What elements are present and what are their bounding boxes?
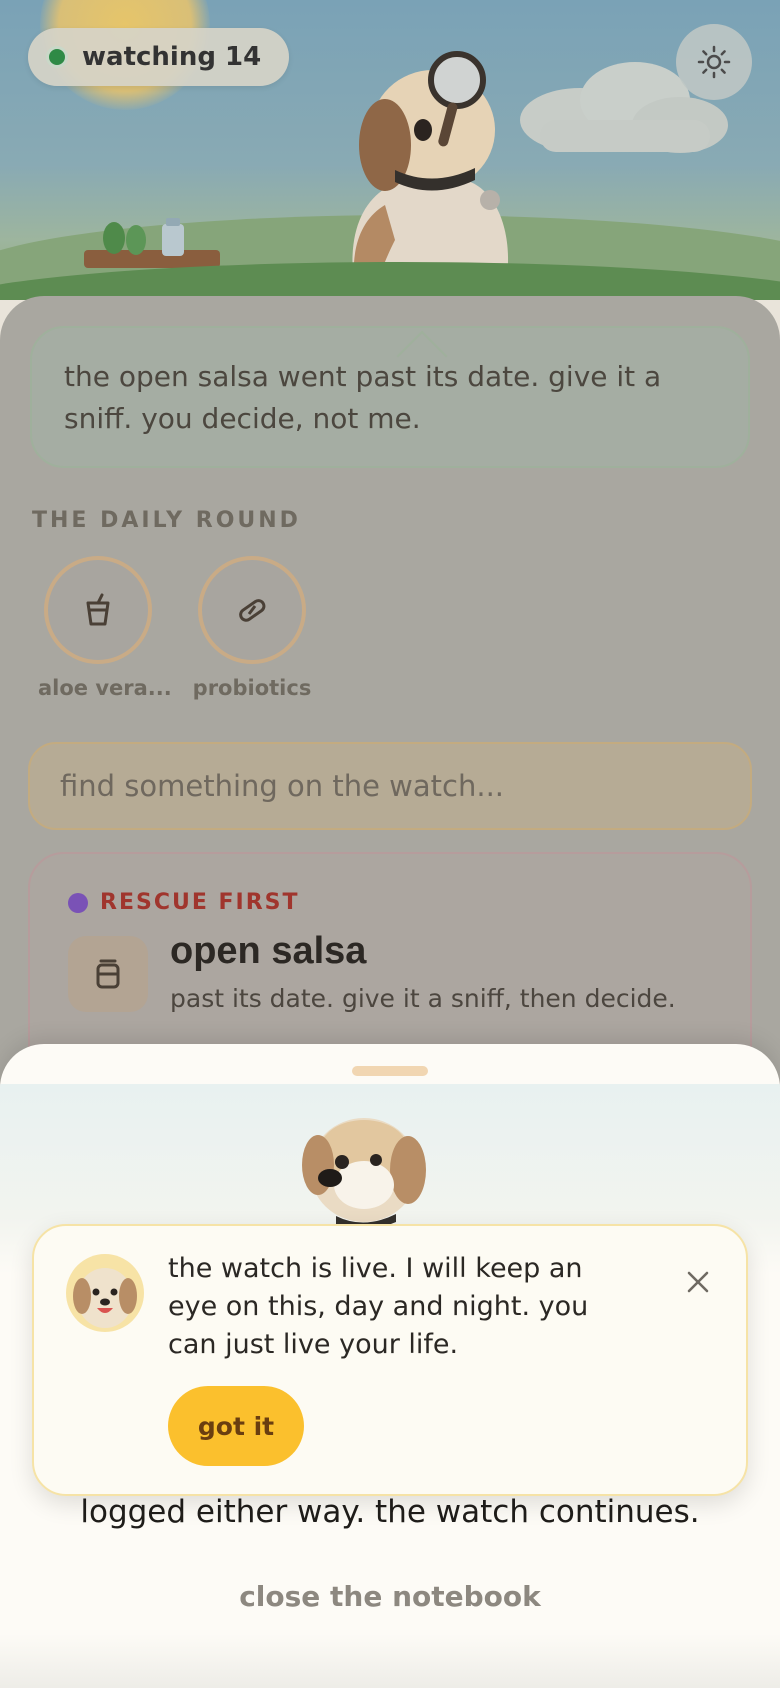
dog-message-bubble: the open salsa went past its date. give …	[30, 326, 750, 468]
search-placeholder: find something on the watch...	[60, 769, 505, 803]
dog-message-text: the open salsa went past its date. give …	[64, 360, 662, 435]
close-icon	[687, 1271, 709, 1293]
dog-portrait-illustration	[302, 1118, 426, 1230]
got-it-button[interactable]: got it	[168, 1386, 304, 1466]
tag-label: RESCUE FIRST	[100, 890, 300, 915]
watching-count-label: watching 14	[82, 42, 262, 72]
rescue-tag: RESCUE FIRST	[68, 890, 300, 915]
plant-illustration	[103, 218, 184, 256]
daily-round-item-probiotics[interactable]: probiotics	[192, 556, 312, 700]
live-status-dot	[46, 46, 68, 68]
dog-detective-illustration	[352, 51, 509, 290]
dog-avatar	[66, 1254, 144, 1332]
search-input[interactable]: find something on the watch...	[28, 742, 752, 830]
card-title: open salsa	[170, 930, 367, 972]
cup-icon	[86, 593, 110, 626]
sheet-drag-handle[interactable]	[352, 1066, 428, 1076]
toast-message: the watch is live. I will keep an eye on…	[168, 1253, 589, 1360]
sheet-message: logged either way. the watch continues.	[80, 1494, 700, 1530]
jar-icon	[96, 959, 120, 989]
round-item-label: aloe vera...	[38, 676, 172, 700]
dog-face-icon	[73, 1268, 137, 1328]
toast-close-button[interactable]	[674, 1258, 722, 1306]
round-item-circle	[198, 556, 306, 664]
header-scene: watching 14	[0, 0, 780, 300]
watching-status-pill[interactable]: watching 14	[28, 28, 290, 86]
round-item-circle	[44, 556, 152, 664]
tag-dot	[68, 892, 88, 913]
close-notebook-button[interactable]: close the notebook	[0, 1580, 780, 1613]
daily-round-item-aloe-vera[interactable]: aloe vera...	[38, 556, 172, 700]
settings-button[interactable]	[676, 24, 752, 100]
card-subtitle: past its date. give it a sniff, then dec…	[170, 984, 676, 1013]
daily-round-title: THE DAILY ROUND	[32, 508, 301, 533]
onboarding-toast: the watch is live. I will keep an eye on…	[32, 1224, 748, 1496]
sheet-bottom-fade	[0, 1634, 780, 1688]
jar-icon-tile	[68, 936, 148, 1012]
round-item-label: probiotics	[192, 676, 312, 700]
capsule-icon	[239, 599, 266, 622]
sun-settings-icon	[697, 45, 731, 79]
